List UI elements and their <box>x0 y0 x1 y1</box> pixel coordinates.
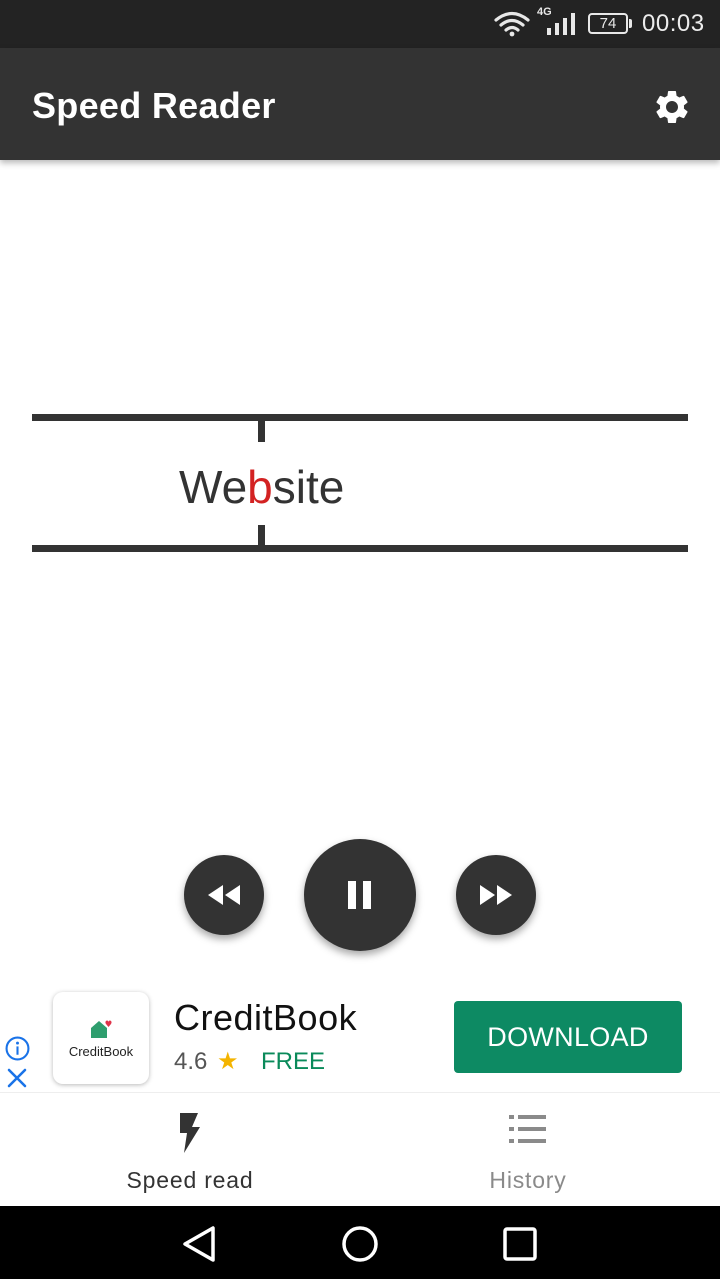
status-bar: 4G 74 00:03 <box>0 0 720 48</box>
star-icon: ★ <box>217 1048 239 1075</box>
nav-label-history: History <box>489 1167 567 1193</box>
battery-indicator: 74 <box>588 13 628 34</box>
battery-tip <box>629 19 632 28</box>
rewind-icon <box>208 885 240 905</box>
reader-bottom-line <box>32 545 688 552</box>
focus-marker-top <box>258 419 265 442</box>
house-icon <box>89 1018 113 1045</box>
signal-icon <box>547 13 577 40</box>
nav-item-speed-read[interactable]: Speed read <box>10 1093 370 1207</box>
word-focus-letter: b <box>247 461 273 513</box>
reader-top-line <box>32 414 688 421</box>
ad-price: FREE <box>261 1048 326 1075</box>
status-time: 00:03 <box>642 10 705 37</box>
pause-button[interactable] <box>304 839 416 951</box>
screen: 4G 74 00:03 Speed Reader Website CreditB… <box>0 0 720 1279</box>
lightning-icon <box>180 1113 200 1153</box>
current-word: Website <box>179 460 344 514</box>
close-icon[interactable] <box>6 1067 28 1094</box>
wifi-icon <box>494 11 530 42</box>
word-prefix: We <box>179 461 248 513</box>
fast-forward-button[interactable] <box>456 855 536 935</box>
back-icon[interactable] <box>180 1224 220 1269</box>
fast-forward-icon <box>480 885 512 905</box>
bottom-navigation: Speed read History <box>0 1092 720 1206</box>
word-suffix: site <box>272 461 345 513</box>
focus-marker-bottom <box>258 525 265 547</box>
ad-app-icon[interactable]: CreditBook <box>53 992 149 1084</box>
nav-label-speed-read: Speed read <box>126 1167 254 1193</box>
nav-item-history[interactable]: History <box>348 1093 708 1207</box>
list-icon <box>509 1115 546 1143</box>
rewind-button[interactable] <box>184 855 264 935</box>
gear-icon <box>656 90 688 123</box>
home-icon[interactable] <box>340 1224 380 1269</box>
system-navigation-bar <box>0 1206 720 1279</box>
recents-icon[interactable] <box>502 1226 538 1267</box>
page-title: Speed Reader <box>32 85 276 126</box>
pause-icon <box>348 881 371 909</box>
app-bar: Speed Reader <box>0 48 720 160</box>
download-button[interactable]: DOWNLOAD <box>454 1001 682 1073</box>
ad-app-name[interactable]: CreditBook <box>174 997 357 1039</box>
ad-icon-text: CreditBook <box>68 1044 134 1059</box>
settings-button[interactable] <box>648 83 696 131</box>
ad-rating: 4.6 <box>174 1048 208 1075</box>
info-icon[interactable] <box>5 1036 30 1066</box>
